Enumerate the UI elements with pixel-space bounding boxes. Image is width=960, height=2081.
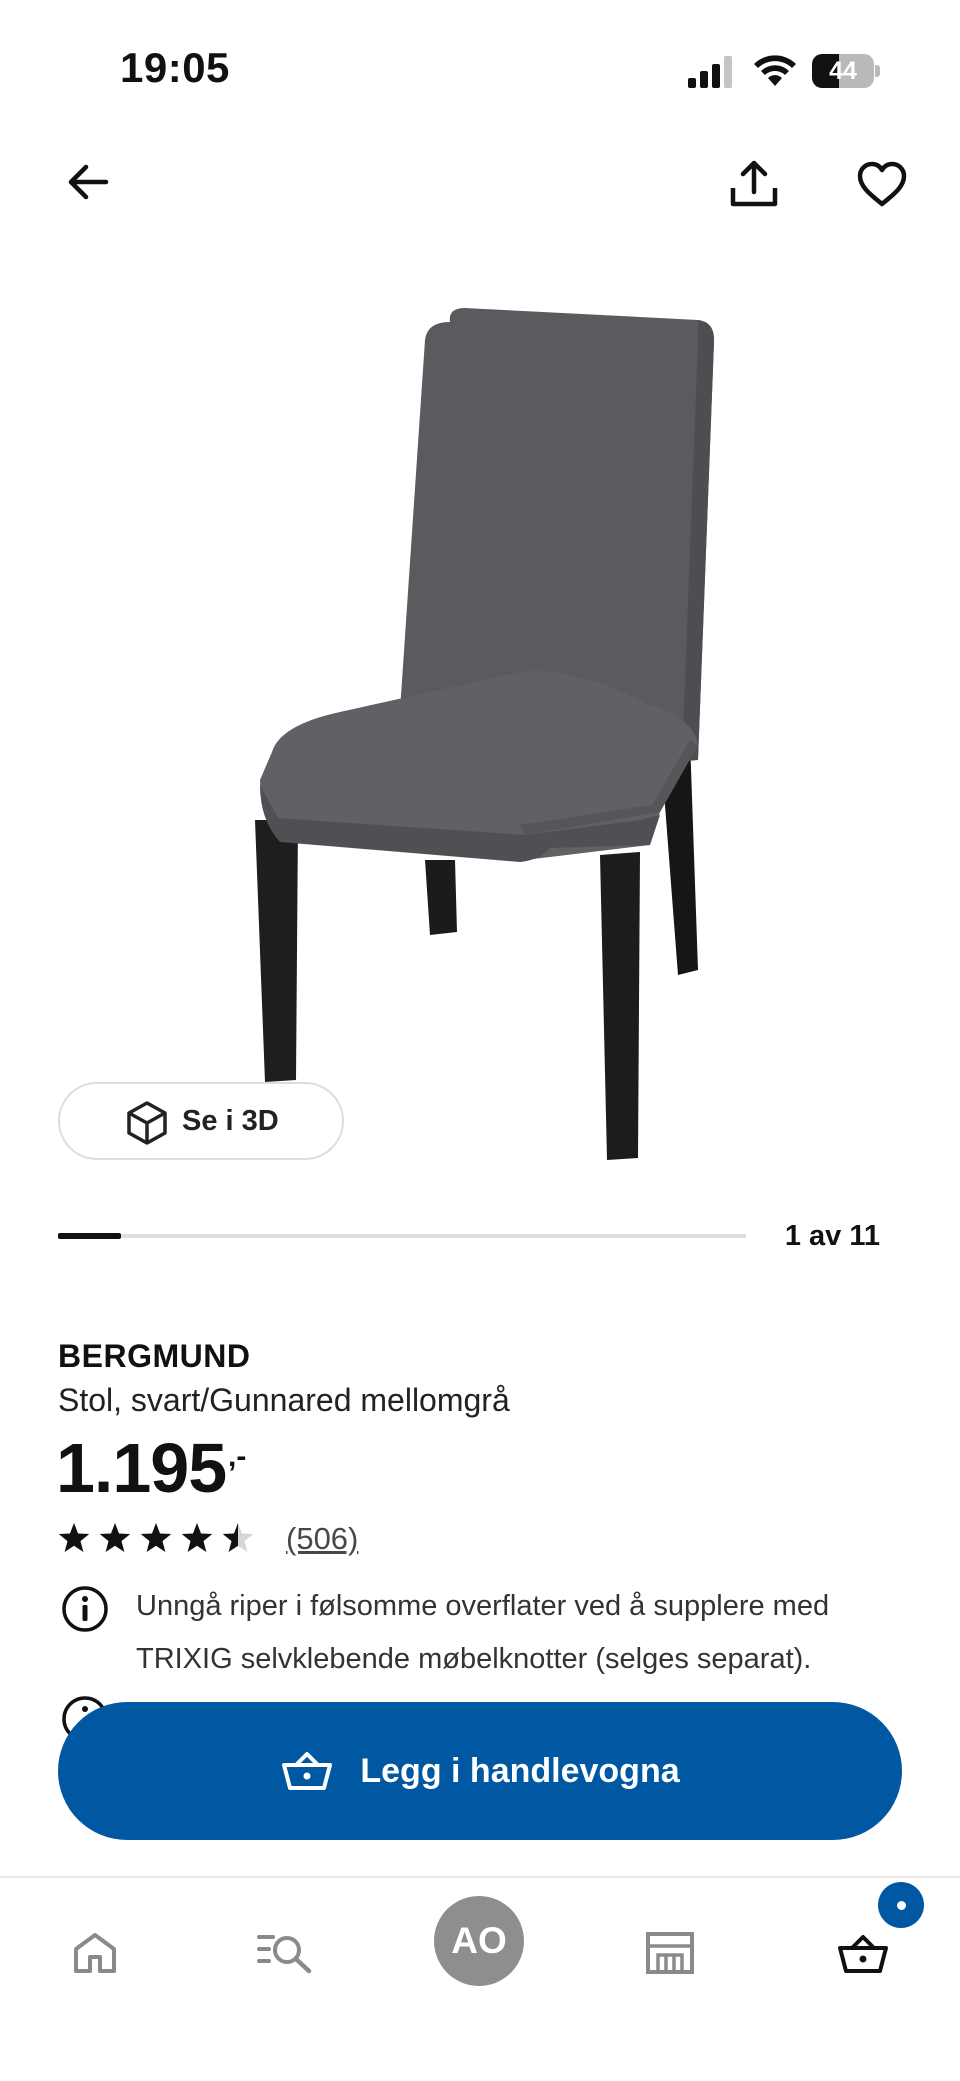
rating-star-filled bbox=[58, 1523, 90, 1552]
review-count-link[interactable]: (506) bbox=[286, 1521, 358, 1557]
battery-icon: 44 bbox=[812, 54, 880, 88]
basket-icon bbox=[838, 1935, 888, 1973]
product-description: Stol, svart/Gunnared mellomgrå bbox=[58, 1382, 510, 1418]
wifi-icon bbox=[754, 55, 796, 86]
search-list-icon bbox=[257, 1935, 312, 1974]
heart-icon bbox=[857, 161, 907, 207]
signal-icon bbox=[688, 56, 732, 88]
share-button[interactable] bbox=[720, 150, 788, 218]
favorite-button[interactable] bbox=[848, 150, 916, 218]
rating-star-filled bbox=[181, 1523, 213, 1552]
view-3d-label: Se i 3D bbox=[182, 1104, 279, 1137]
home-icon bbox=[74, 1933, 116, 1973]
status-time: 19:05 bbox=[120, 44, 230, 91]
basket-icon bbox=[282, 1752, 333, 1790]
share-icon bbox=[730, 160, 778, 207]
nav-home[interactable] bbox=[50, 1908, 140, 1998]
price-suffix: ,- bbox=[228, 1440, 247, 1473]
add-to-cart-button[interactable]: Legg i handlevogna bbox=[58, 1702, 902, 1840]
product-price: 1.195 bbox=[56, 1429, 227, 1507]
rating-star-filled bbox=[99, 1523, 131, 1552]
status-bar: 19:05 44 bbox=[0, 0, 960, 140]
product-name: BERGMUND bbox=[58, 1338, 251, 1374]
carousel-progress bbox=[58, 1233, 746, 1239]
cube-3d-icon bbox=[127, 1101, 167, 1145]
rating-star-filled bbox=[140, 1523, 172, 1552]
arrow-left-icon bbox=[68, 164, 109, 200]
nav-search[interactable] bbox=[241, 1908, 331, 1998]
info-text-line-2: TRIXIG selvklebende møbelknotter (selges… bbox=[136, 1643, 812, 1675]
info-text-line-1: Unngå riper i følsomme overflater ved å … bbox=[136, 1590, 830, 1622]
bottom-navigation: AO bbox=[0, 1876, 960, 2081]
add-to-cart-label: Legg i handlevogna bbox=[360, 1751, 680, 1790]
view-3d-button[interactable]: Se i 3D bbox=[58, 1082, 344, 1160]
back-button[interactable] bbox=[56, 150, 120, 214]
nav-profile-avatar[interactable]: AO bbox=[434, 1896, 524, 1986]
info-notice: Unngå riper i følsomme overflater ved å … bbox=[60, 1580, 900, 1690]
product-image[interactable] bbox=[220, 300, 740, 1170]
cart-badge-dot bbox=[896, 1900, 906, 1910]
carousel-progress-fill bbox=[58, 1233, 121, 1239]
nav-store[interactable] bbox=[625, 1908, 715, 1998]
battery-level-text: 44 bbox=[829, 57, 857, 85]
cart-badge bbox=[878, 1882, 924, 1928]
info-icon bbox=[62, 1586, 108, 1632]
carousel-counter: 1 av 11 bbox=[784, 1220, 880, 1252]
store-icon bbox=[646, 1932, 694, 1974]
rating-stars bbox=[58, 1523, 254, 1552]
product-rating[interactable]: (506) bbox=[58, 1520, 358, 1558]
